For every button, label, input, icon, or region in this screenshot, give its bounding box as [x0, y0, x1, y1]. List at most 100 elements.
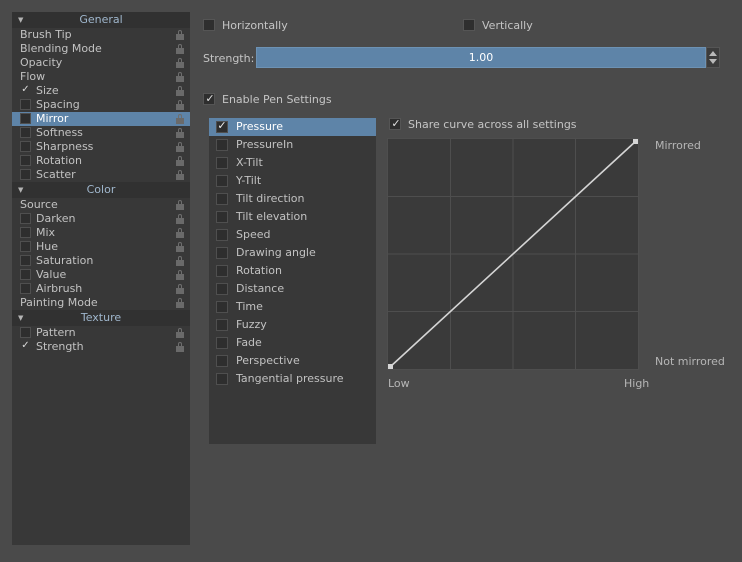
lock-icon[interactable]: [176, 270, 184, 280]
sensor-list-item[interactable]: Speed: [209, 226, 376, 244]
checkbox-share-curve[interactable]: Share curve across all settings: [389, 117, 577, 131]
checkbox-vertically-box[interactable]: [463, 19, 475, 31]
sidebar-item[interactable]: Brush Tip: [12, 28, 190, 42]
checkbox-box[interactable]: [20, 327, 31, 338]
triangle-up-icon[interactable]: [709, 51, 717, 56]
lock-icon[interactable]: [176, 100, 184, 110]
checkbox-horizontally[interactable]: Horizontally: [203, 18, 288, 32]
lock-icon[interactable]: [176, 228, 184, 238]
checkbox-box[interactable]: [20, 241, 31, 252]
sidebar-item[interactable]: Source: [12, 198, 190, 212]
sensor-list-item[interactable]: Tangential pressure: [209, 370, 376, 388]
sensor-checkbox[interactable]: [216, 229, 228, 241]
sidebar-item[interactable]: Opacity: [12, 56, 190, 70]
curve-control-point[interactable]: [388, 364, 393, 369]
checkbox-box[interactable]: [20, 227, 31, 238]
sensor-checkbox[interactable]: [216, 211, 228, 223]
sensor-list-item[interactable]: Drawing angle: [209, 244, 376, 262]
sidebar-item[interactable]: Airbrush: [12, 282, 190, 296]
lock-icon[interactable]: [176, 156, 184, 166]
sensor-list-item[interactable]: Rotation: [209, 262, 376, 280]
lock-icon[interactable]: [176, 44, 184, 54]
strength-slider[interactable]: 1.00: [256, 47, 706, 68]
sidebar-item[interactable]: Darken: [12, 212, 190, 226]
checkbox-enable-pen-settings[interactable]: Enable Pen Settings: [203, 92, 332, 106]
lock-icon[interactable]: [176, 170, 184, 180]
lock-icon[interactable]: [176, 72, 184, 82]
strength-spinner[interactable]: [706, 47, 720, 68]
curve-editor[interactable]: [387, 138, 639, 370]
sidebar-item[interactable]: Saturation: [12, 254, 190, 268]
sidebar-item[interactable]: Sharpness: [12, 140, 190, 154]
lock-icon[interactable]: [176, 298, 184, 308]
sidebar-item[interactable]: Size: [12, 84, 190, 98]
triangle-down-icon[interactable]: ▼: [18, 310, 23, 326]
sensor-checkbox[interactable]: [216, 337, 228, 349]
checkbox-box[interactable]: [20, 155, 31, 166]
sidebar-item[interactable]: Strength: [12, 340, 190, 354]
sensor-checkbox[interactable]: [216, 373, 228, 385]
sidebar-item[interactable]: Spacing: [12, 98, 190, 112]
sidebar-item[interactable]: Pattern: [12, 326, 190, 340]
sidebar-item[interactable]: Mirror: [12, 112, 190, 126]
sidebar-item[interactable]: Value: [12, 268, 190, 282]
sensor-list-item[interactable]: Fuzzy: [209, 316, 376, 334]
checkbox-box[interactable]: [20, 113, 31, 124]
sidebar-item[interactable]: Rotation: [12, 154, 190, 168]
sensor-list-item[interactable]: Tilt elevation: [209, 208, 376, 226]
checkbox-horizontally-box[interactable]: [203, 19, 215, 31]
checkbox-box[interactable]: [20, 141, 31, 152]
lock-icon[interactable]: [176, 342, 184, 352]
lock-icon[interactable]: [176, 284, 184, 294]
sensor-list-item[interactable]: PressureIn: [209, 136, 376, 154]
sensor-checkbox[interactable]: [216, 175, 228, 187]
sensor-list-item[interactable]: Fade: [209, 334, 376, 352]
sensor-list-item[interactable]: Pressure: [209, 118, 376, 136]
section-header-color[interactable]: ▼ Color: [12, 182, 190, 198]
triangle-down-icon[interactable]: [709, 59, 717, 64]
lock-icon[interactable]: [176, 128, 184, 138]
sensor-checkbox[interactable]: [216, 301, 228, 313]
sensor-checkbox[interactable]: [216, 355, 228, 367]
sensor-checkbox[interactable]: [216, 119, 228, 133]
section-header-texture[interactable]: ▼ Texture: [12, 310, 190, 326]
checkbox-enable-pen-settings-box[interactable]: [203, 92, 216, 106]
triangle-down-icon[interactable]: ▼: [18, 182, 23, 198]
sidebar-item[interactable]: Hue: [12, 240, 190, 254]
checkbox-vertically[interactable]: Vertically: [463, 18, 533, 32]
sensor-checkbox[interactable]: [216, 157, 228, 169]
checkbox-box[interactable]: [20, 269, 31, 280]
sidebar-item[interactable]: Painting Mode: [12, 296, 190, 310]
sensor-list-item[interactable]: Perspective: [209, 352, 376, 370]
sidebar-item[interactable]: Blending Mode: [12, 42, 190, 56]
checkbox-box[interactable]: [20, 169, 31, 180]
checkbox-box[interactable]: [20, 127, 31, 138]
sidebar-item[interactable]: Flow: [12, 70, 190, 84]
lock-icon[interactable]: [176, 200, 184, 210]
brush-options-sidebar[interactable]: ▼ General Brush Tip Blending Mode Opacity Flo…: [12, 12, 190, 545]
checkbox-box[interactable]: [20, 255, 31, 266]
lock-icon[interactable]: [176, 242, 184, 252]
sidebar-item[interactable]: Scatter: [12, 168, 190, 182]
sensor-checkbox[interactable]: [216, 247, 228, 259]
sidebar-item[interactable]: Softness: [12, 126, 190, 140]
checkbox-box[interactable]: [20, 99, 31, 110]
sensor-list-item[interactable]: X-Tilt: [209, 154, 376, 172]
sensor-checkbox[interactable]: [216, 319, 228, 331]
sidebar-item[interactable]: Mix: [12, 226, 190, 240]
curve-canvas[interactable]: [388, 139, 638, 369]
lock-icon[interactable]: [176, 86, 184, 96]
sensor-list-item[interactable]: Distance: [209, 280, 376, 298]
checkbox-box[interactable]: [20, 283, 31, 294]
lock-icon[interactable]: [176, 58, 184, 68]
sensor-list-item[interactable]: Time: [209, 298, 376, 316]
sensor-list-item[interactable]: Y-Tilt: [209, 172, 376, 190]
sensor-list[interactable]: Pressure PressureIn X-Tilt Y-Tilt Tilt direc…: [209, 118, 376, 444]
triangle-down-icon[interactable]: ▼: [18, 12, 23, 28]
sensor-list-item[interactable]: Tilt direction: [209, 190, 376, 208]
lock-icon[interactable]: [176, 328, 184, 338]
sensor-checkbox[interactable]: [216, 265, 228, 277]
checkmark-icon[interactable]: [20, 85, 31, 96]
checkbox-box[interactable]: [20, 213, 31, 224]
sensor-checkbox[interactable]: [216, 193, 228, 205]
